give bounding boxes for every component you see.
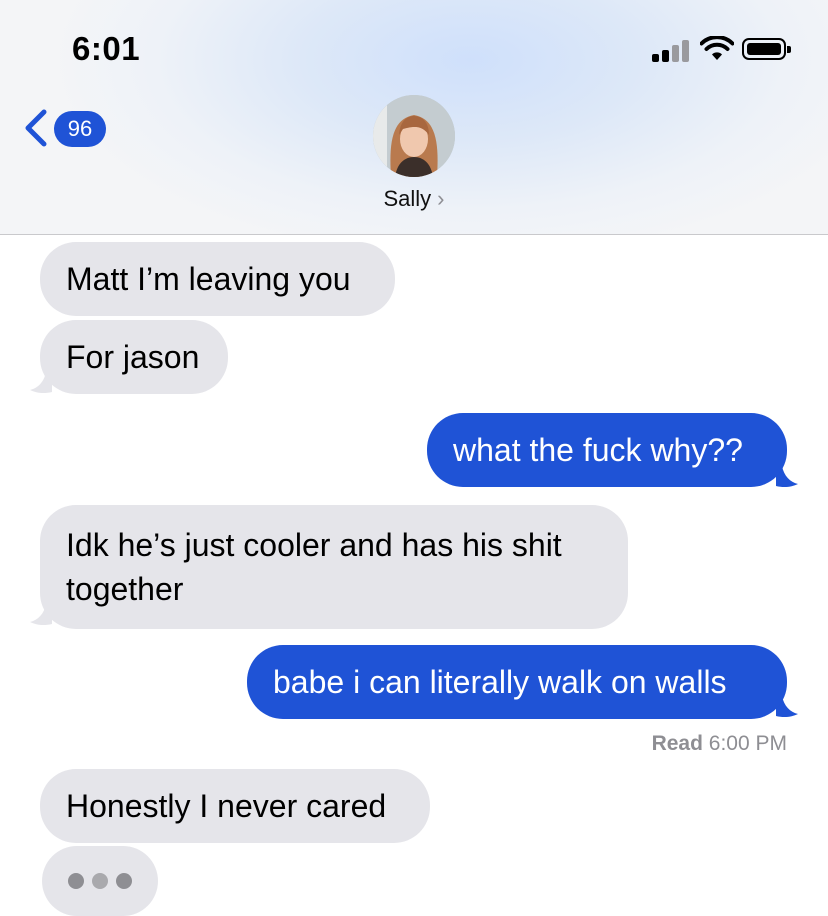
contact-avatar[interactable] <box>373 95 455 177</box>
read-receipt: Read 6:00 PM <box>652 732 787 756</box>
conversation-header: 6:01 96 Sally › <box>0 0 828 235</box>
message-text: Honestly I never cared <box>66 788 387 824</box>
status-time: 6:01 <box>72 30 141 67</box>
unread-count-badge[interactable]: 96 <box>54 111 106 147</box>
typing-dot <box>116 873 132 889</box>
chevron-right-icon: › <box>437 186 445 211</box>
contact-name-link[interactable]: Sally › <box>0 186 828 212</box>
message-text: what the fuck why?? <box>453 432 743 468</box>
message-bubble-incoming[interactable]: Honestly I never cared <box>40 769 430 843</box>
typing-indicator <box>42 846 158 916</box>
message-text: babe i can literally walk on walls <box>273 664 727 700</box>
message-bubble-incoming[interactable]: For jason <box>40 320 228 394</box>
message-bubble-outgoing[interactable]: babe i can literally walk on walls <box>247 645 787 719</box>
signal-icon <box>652 40 690 62</box>
battery-icon <box>742 38 791 60</box>
message-bubble-incoming[interactable]: Idk he’s just cooler and has his shit to… <box>40 505 628 629</box>
read-time: 6:00 PM <box>708 732 787 755</box>
read-label: Read <box>651 732 703 755</box>
message-text: Idk he’s just cooler and has his shit to… <box>66 527 562 607</box>
message-bubble-outgoing[interactable]: what the fuck why?? <box>427 413 787 487</box>
contact-name: Sally <box>383 186 432 211</box>
back-chevron-icon[interactable] <box>22 108 52 148</box>
typing-dot <box>68 873 84 889</box>
message-text: For jason <box>66 339 200 375</box>
wifi-icon <box>700 36 734 60</box>
typing-dot <box>92 873 108 889</box>
message-bubble-incoming[interactable]: Matt I’m leaving you <box>40 242 395 316</box>
message-text: Matt I’m leaving you <box>66 261 351 297</box>
